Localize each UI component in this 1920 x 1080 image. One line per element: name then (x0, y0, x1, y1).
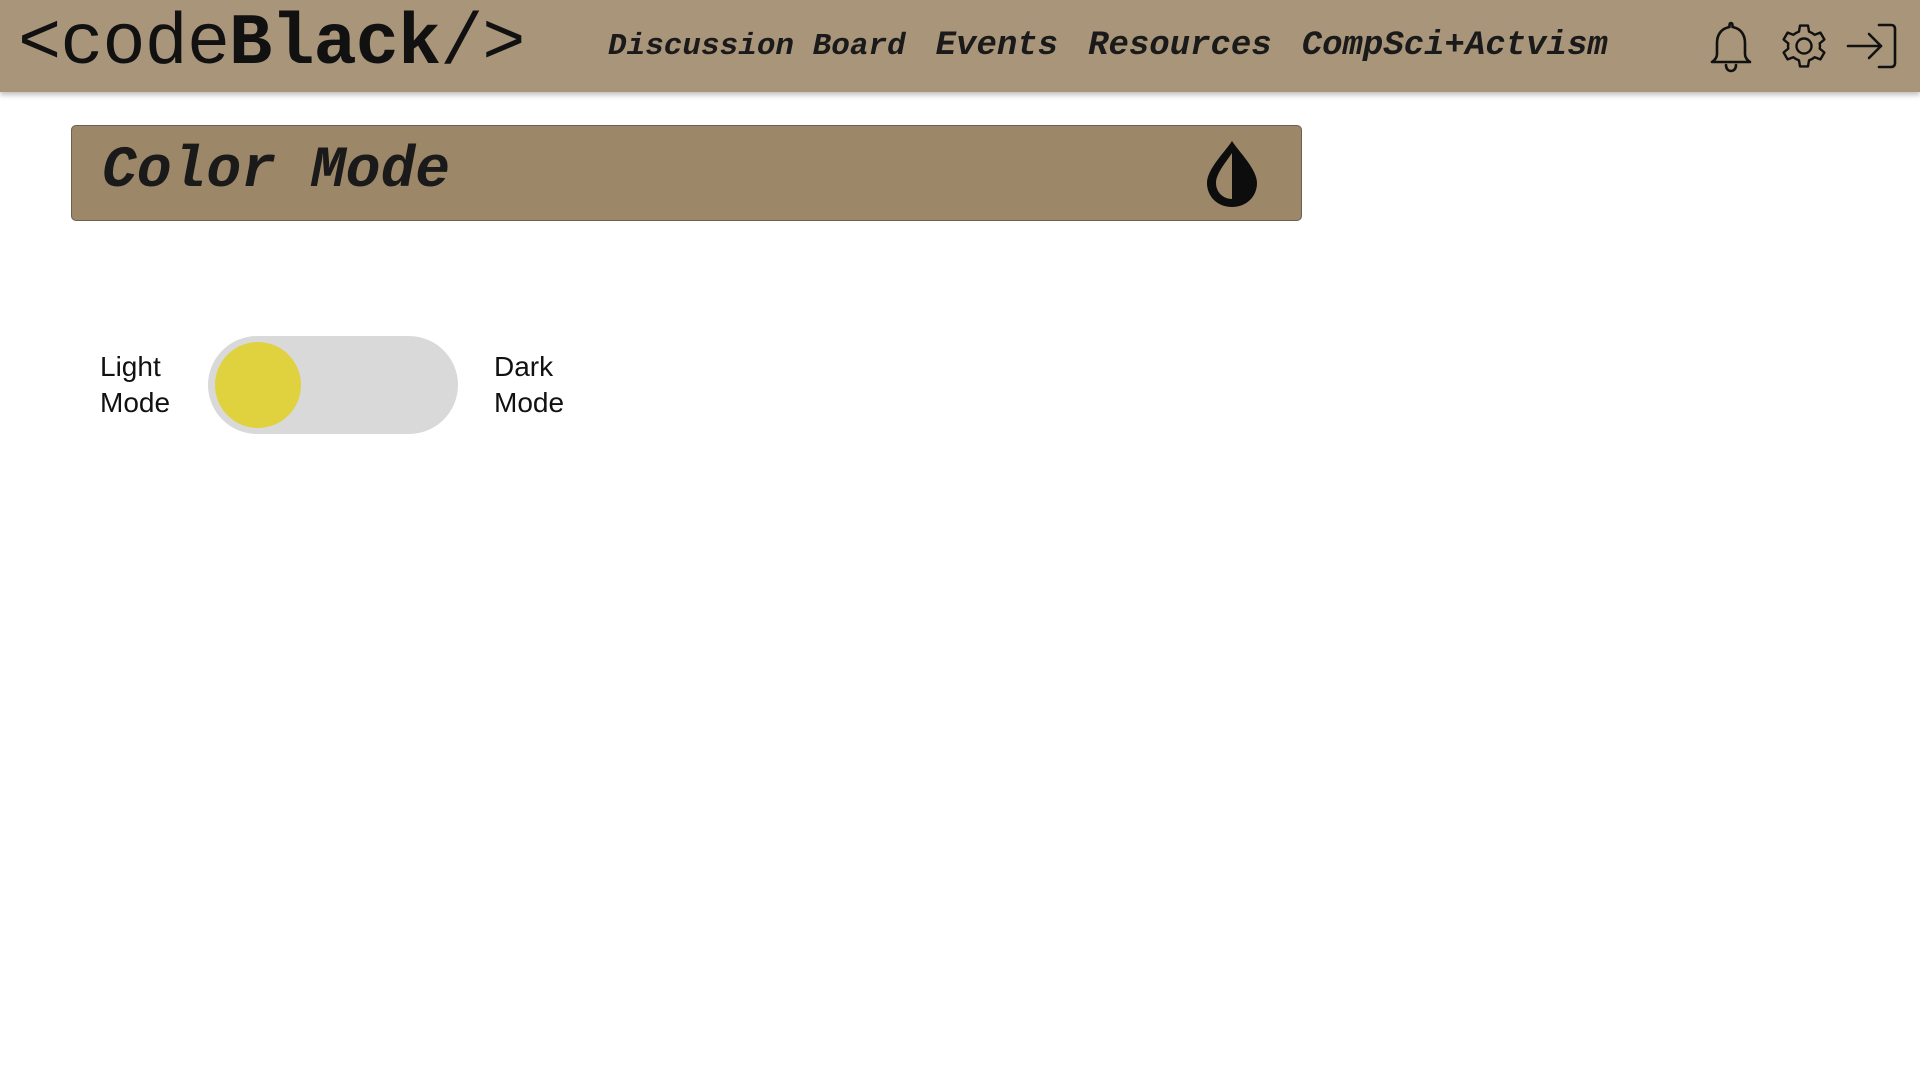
gear-icon[interactable] (1774, 16, 1834, 76)
half-drop-icon (1201, 138, 1263, 215)
site-logo[interactable]: <codeBlack/> (18, 3, 526, 85)
nav-links: Discussion Board Events Resources CompSc… (600, 0, 1608, 92)
logo-suffix: /> (440, 3, 525, 85)
nav-link-events[interactable]: Events (936, 27, 1058, 65)
light-mode-label-line2: Mode (100, 387, 171, 418)
top-navbar: <codeBlack/> Discussion Board Events Res… (0, 0, 1920, 92)
color-mode-panel-header: Color Mode (71, 125, 1302, 221)
nav-link-compsci-activism[interactable]: CompSci+Actvism (1302, 27, 1608, 65)
color-mode-toggle[interactable] (208, 336, 458, 434)
toggle-knob[interactable] (215, 342, 301, 428)
bell-icon[interactable] (1706, 16, 1756, 76)
panel-title: Color Mode (102, 139, 451, 204)
logo-prefix: <code (18, 3, 230, 85)
color-mode-toggle-row: Light Mode Dark Mode (100, 336, 594, 434)
dark-mode-label-line2: Mode (494, 387, 565, 418)
light-mode-label-line1: Light (100, 351, 161, 382)
nav-icons (1706, 0, 1900, 92)
nav-link-discussion-board[interactable]: Discussion Board (608, 29, 906, 64)
dark-mode-label-line1: Dark (494, 351, 554, 382)
light-mode-label: Light Mode (100, 349, 200, 421)
nav-link-resources[interactable]: Resources (1088, 27, 1272, 65)
sign-out-icon[interactable] (1844, 16, 1900, 76)
dark-mode-label: Dark Mode (494, 349, 594, 421)
logo-bold-text: Black (229, 3, 441, 85)
